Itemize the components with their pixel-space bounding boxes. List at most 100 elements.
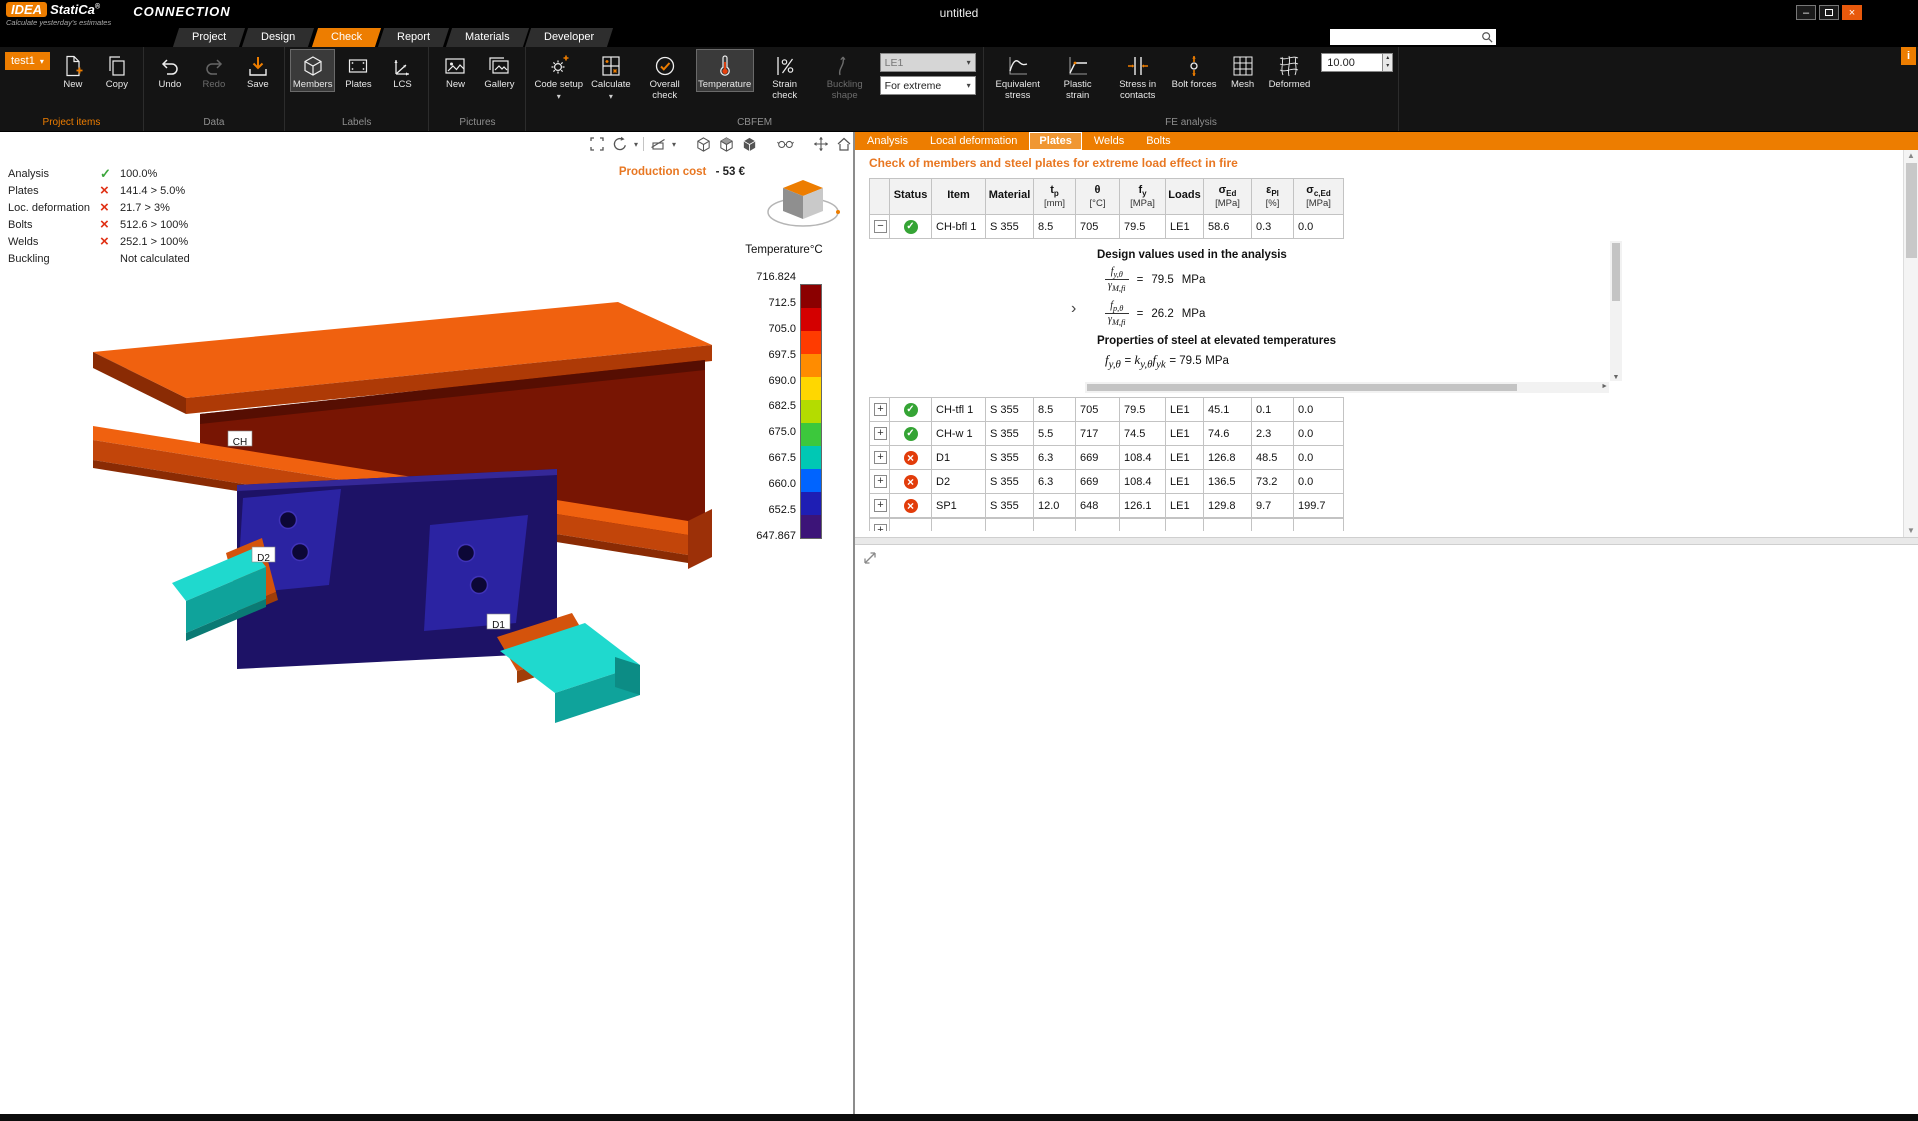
- extreme-mode-combo[interactable]: For extreme ▾: [880, 76, 976, 95]
- column-header[interactable]: θ [°C]: [1076, 179, 1120, 215]
- pan-view-icon[interactable]: [812, 135, 830, 153]
- detail-horizontal-scrollbar[interactable]: ►: [1085, 382, 1609, 393]
- overall-check-button[interactable]: Overall check: [636, 49, 694, 102]
- orbit-view-icon[interactable]: [611, 135, 629, 153]
- collapse-row-button[interactable]: −: [874, 220, 887, 233]
- caret-down-icon[interactable]: ▾: [634, 140, 638, 149]
- results-tab[interactable]: Analysis: [857, 132, 918, 150]
- code-setup-button[interactable]: Code setup ▾: [531, 49, 586, 101]
- spinner-down-icon[interactable]: ▾: [1383, 62, 1392, 70]
- minimize-button[interactable]: –: [1796, 5, 1816, 20]
- caret-down-icon[interactable]: ▾: [557, 93, 561, 100]
- project-item-selector[interactable]: test1 ▾: [5, 52, 50, 70]
- search-input[interactable]: [1333, 31, 1480, 43]
- summary-row[interactable]: Welds 252.1 > 100%: [8, 233, 243, 250]
- close-button[interactable]: ×: [1842, 5, 1862, 20]
- summary-row[interactable]: Buckling Not calculated: [8, 250, 243, 267]
- ribbon-tab[interactable]: Materials: [446, 28, 529, 47]
- column-header[interactable]: Item: [932, 179, 986, 215]
- new-project-item-button[interactable]: New: [52, 49, 94, 92]
- ribbon-tab[interactable]: Developer: [525, 28, 613, 47]
- table-row[interactable]: +: [870, 519, 1344, 532]
- new-picture-button[interactable]: New: [434, 49, 476, 92]
- deformation-scale-input[interactable]: 10.00: [1321, 53, 1383, 72]
- results-tab[interactable]: Local deformation: [920, 132, 1027, 150]
- column-header[interactable]: tp [mm]: [1034, 179, 1076, 215]
- scrollbar-thumb[interactable]: [1612, 243, 1620, 301]
- results-vertical-scrollbar[interactable]: ▲ ▼: [1903, 150, 1918, 537]
- plastic-strain-button[interactable]: Plastic strain: [1049, 49, 1107, 102]
- results-tab[interactable]: Plates: [1029, 132, 1081, 150]
- load-case-combo[interactable]: LE1 ▾: [880, 53, 976, 72]
- gallery-button[interactable]: Gallery: [478, 49, 520, 92]
- table-row[interactable]: − CH-bfl 1 S 355 8.5 705 79.5 LE1 58.6 0…: [870, 215, 1344, 239]
- expand-row-button[interactable]: +: [874, 475, 887, 488]
- mesh-button[interactable]: Mesh: [1222, 49, 1264, 92]
- undo-button[interactable]: Undo: [149, 49, 191, 92]
- results-tab[interactable]: Welds: [1084, 132, 1134, 150]
- summary-row[interactable]: Bolts 512.6 > 100%: [8, 216, 243, 233]
- strain-check-button[interactable]: Strain check: [756, 49, 814, 102]
- save-button[interactable]: Save: [237, 49, 279, 92]
- lcs-button[interactable]: LCS: [381, 49, 423, 92]
- column-header[interactable]: εPl [%]: [1252, 179, 1294, 215]
- search-box[interactable]: [1330, 29, 1496, 45]
- expand-row-button[interactable]: +: [874, 427, 887, 440]
- table-row[interactable]: + D2 S 355 6.3 669 108.4 LE1 136.5 73: [870, 470, 1344, 494]
- calculate-button[interactable]: Calculate ▾: [588, 49, 634, 101]
- detail-vertical-scrollbar[interactable]: ▼: [1610, 241, 1622, 381]
- table-row[interactable]: + CH-w 1 S 355 5.5 717 74.5 LE1 74.6: [870, 422, 1344, 446]
- column-header[interactable]: σc,Ed [MPa]: [1294, 179, 1344, 215]
- shaded-cube-icon[interactable]: [717, 135, 735, 153]
- table-row[interactable]: + CH-tfl 1 S 355 8.5 705 79.5 LE1 45.1: [870, 398, 1344, 422]
- fit-view-icon[interactable]: [588, 135, 606, 153]
- ribbon-tab[interactable]: Design: [242, 28, 314, 47]
- info-button[interactable]: i: [1901, 47, 1916, 65]
- column-header[interactable]: Status: [890, 179, 932, 215]
- scrollbar-track[interactable]: [1904, 161, 1918, 526]
- table-row[interactable]: + D1 S 355 6.3 669 108.4 LE1 126.8 48: [870, 446, 1344, 470]
- ribbon-tab[interactable]: Check: [311, 28, 380, 47]
- home-view-icon[interactable]: [835, 135, 853, 153]
- expand-row-button[interactable]: +: [874, 451, 887, 464]
- copy-project-item-button[interactable]: Copy: [96, 49, 138, 92]
- expand-row-button[interactable]: +: [874, 499, 887, 512]
- scroll-down-icon[interactable]: ▼: [1610, 374, 1622, 381]
- wireframe-cube-icon[interactable]: [694, 135, 712, 153]
- scroll-up-icon[interactable]: ▲: [1907, 151, 1915, 161]
- expand-row-button[interactable]: +: [874, 403, 887, 416]
- viewport-3d[interactable]: ▾ ▾: [0, 132, 853, 1114]
- caret-down-icon[interactable]: ▾: [609, 93, 613, 100]
- plates-labels-button[interactable]: Plates: [337, 49, 379, 92]
- ribbon-tab[interactable]: Project: [173, 28, 245, 47]
- spinner-up-icon[interactable]: ▴: [1383, 54, 1392, 62]
- ribbon-tab[interactable]: Report: [378, 28, 449, 47]
- section-cut-icon[interactable]: [649, 135, 667, 153]
- column-header[interactable]: [870, 179, 890, 215]
- bolt-forces-button[interactable]: Bolt forces: [1169, 49, 1220, 92]
- table-row[interactable]: + SP1 S 355 12.0 648 126.1 LE1 129.8: [870, 494, 1344, 518]
- scroll-down-icon[interactable]: ▼: [1907, 526, 1915, 536]
- summary-row[interactable]: Loc. deformation 21.7 > 3%: [8, 199, 243, 216]
- temperature-button[interactable]: Temperature: [696, 49, 754, 92]
- glasses-icon[interactable]: [776, 135, 794, 153]
- buckling-shape-button[interactable]: Buckling shape: [816, 49, 874, 102]
- scroll-right-icon[interactable]: ►: [1601, 383, 1608, 390]
- pane-splitter-horizontal[interactable]: [855, 537, 1918, 545]
- column-header[interactable]: Loads: [1166, 179, 1204, 215]
- caret-down-icon[interactable]: ▾: [672, 140, 676, 149]
- column-header[interactable]: Material: [986, 179, 1034, 215]
- summary-row[interactable]: Analysis 100.0%: [8, 165, 243, 182]
- redo-button[interactable]: Redo: [193, 49, 235, 92]
- scrollbar-thumb[interactable]: [1906, 163, 1917, 258]
- column-header[interactable]: fy [MPa]: [1120, 179, 1166, 215]
- maximize-button[interactable]: [1819, 5, 1839, 20]
- stress-in-contacts-button[interactable]: Stress in contacts: [1109, 49, 1167, 102]
- scrollbar-thumb[interactable]: [1087, 384, 1517, 391]
- navigation-cube[interactable]: [763, 172, 843, 237]
- equivalent-stress-button[interactable]: Equivalent stress: [989, 49, 1047, 102]
- expand-pane-icon[interactable]: [861, 549, 879, 567]
- solid-cube-icon[interactable]: [740, 135, 758, 153]
- column-header[interactable]: σEd [MPa]: [1204, 179, 1252, 215]
- deformed-button[interactable]: Deformed: [1266, 49, 1314, 92]
